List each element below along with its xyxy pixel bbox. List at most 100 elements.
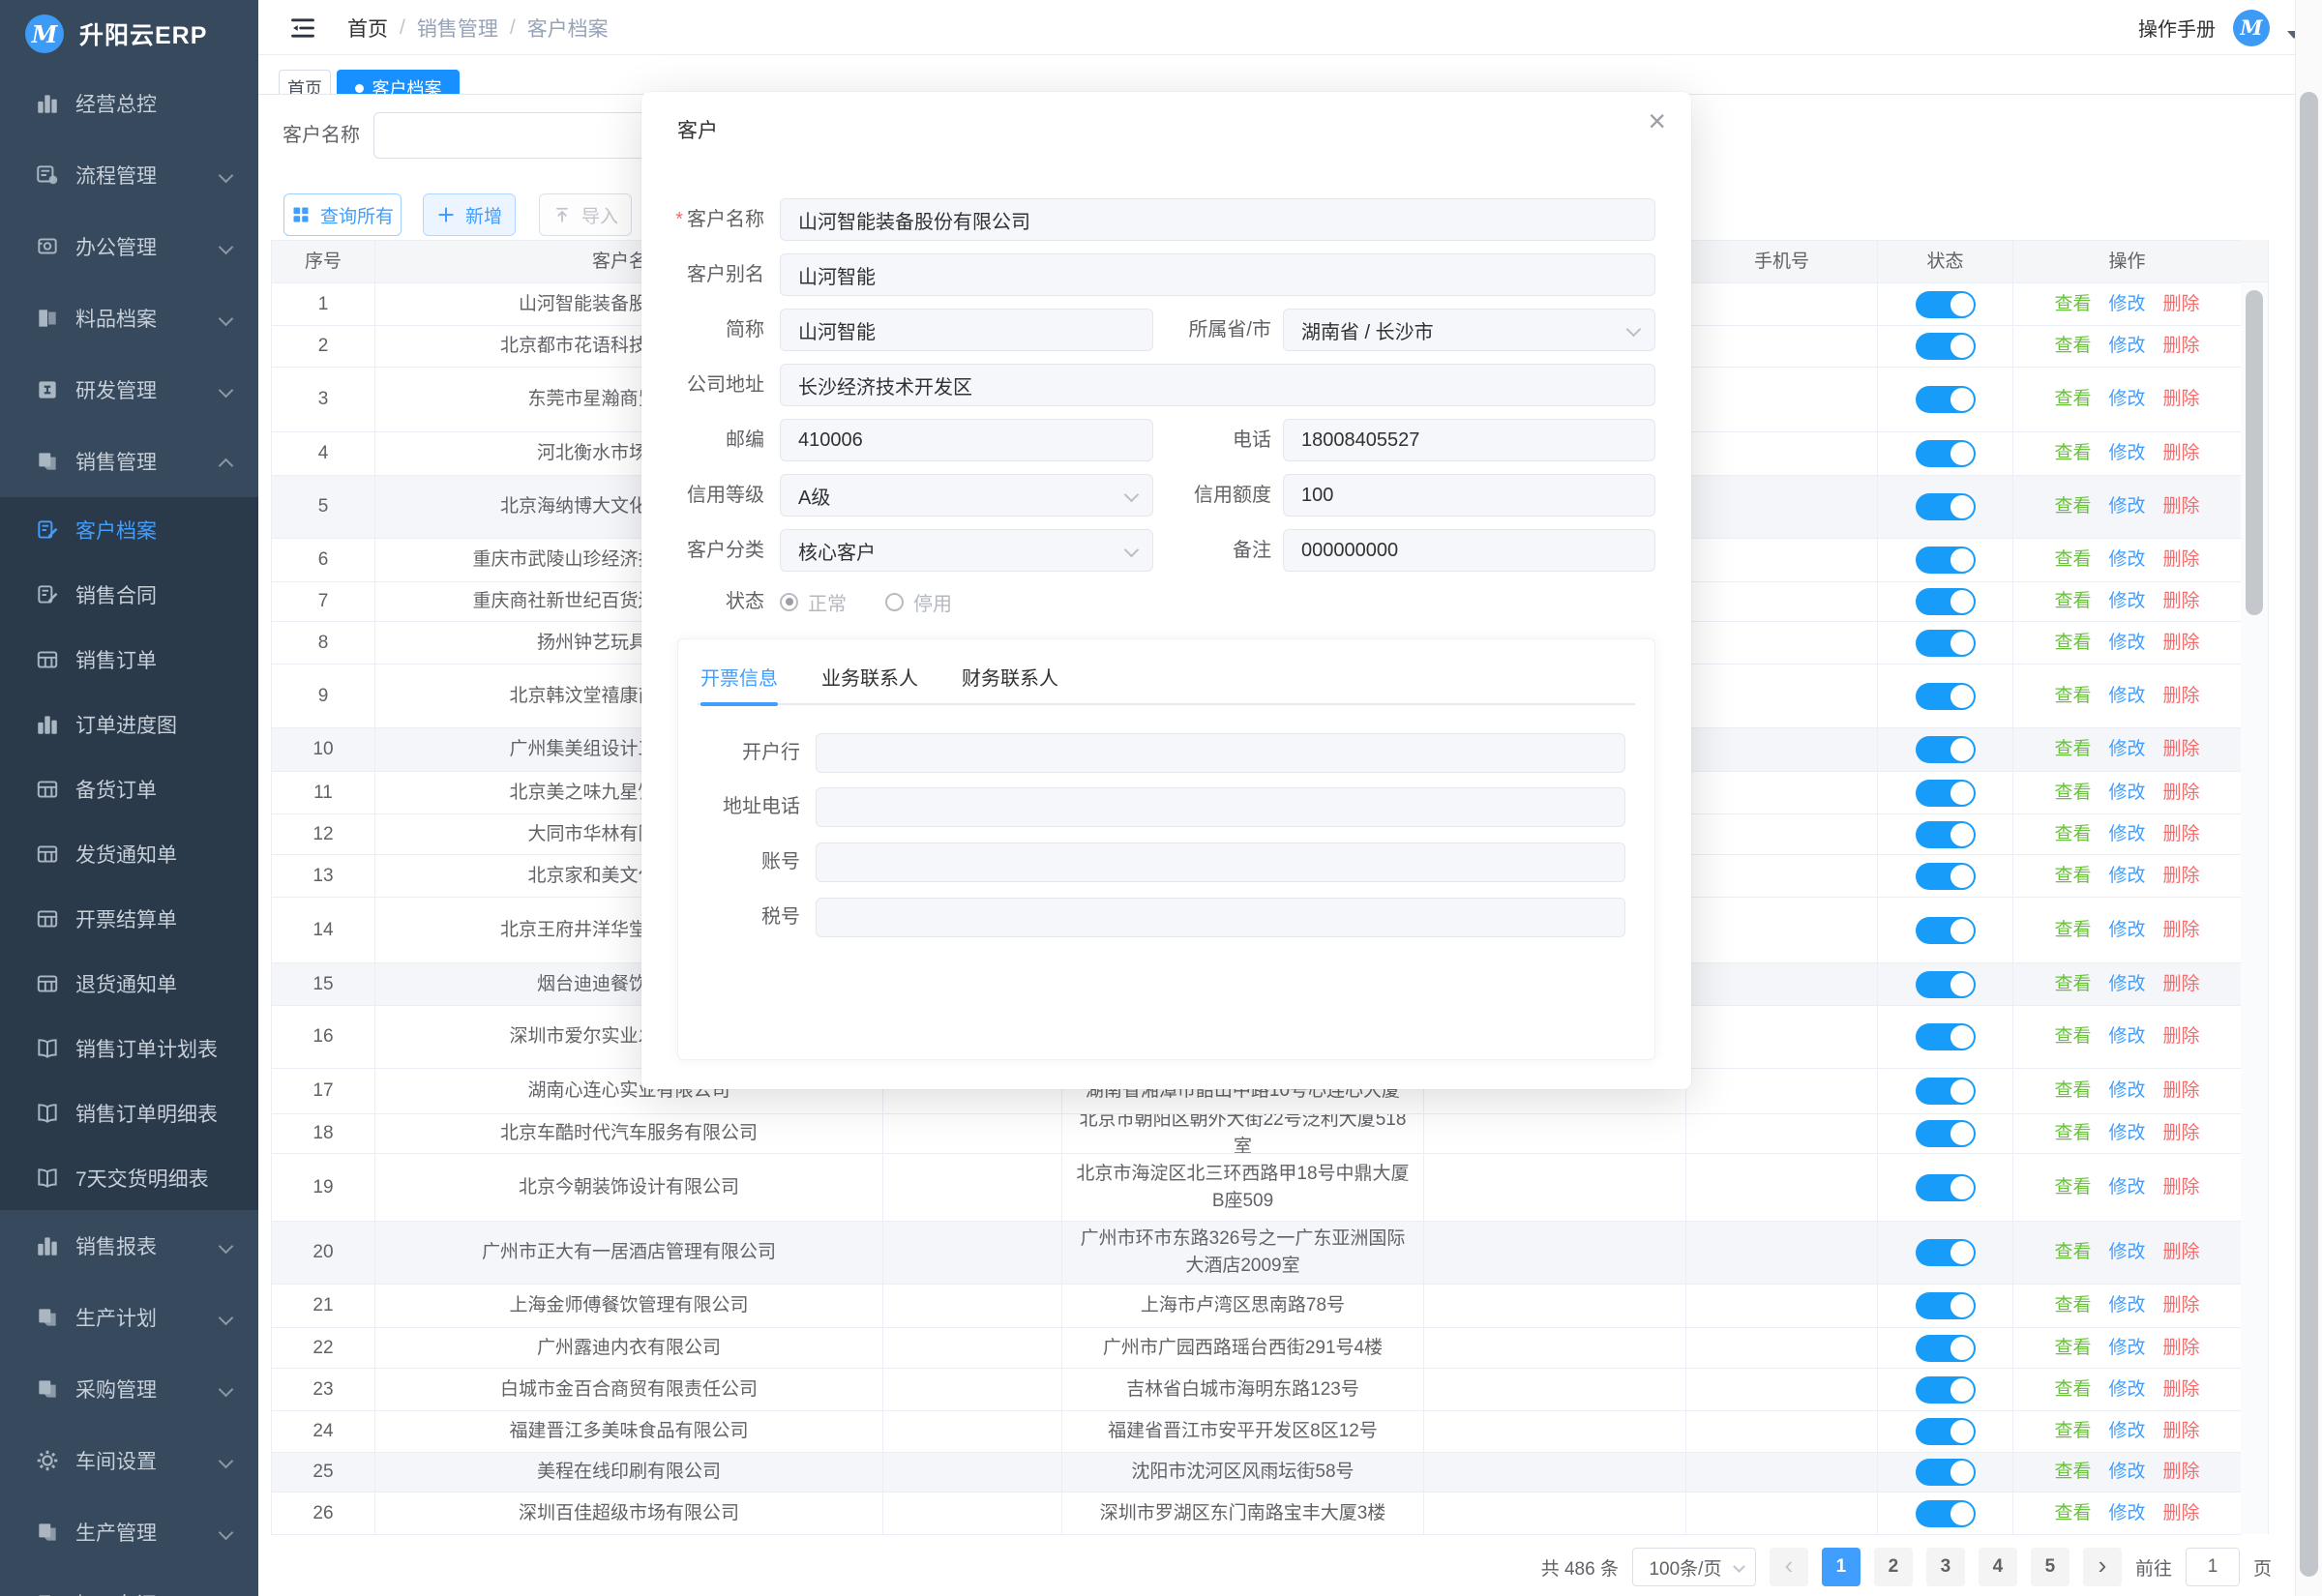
sidebar-item-22[interactable]: 生产管理	[0, 1496, 258, 1568]
invoice-field-input-账号[interactable]	[816, 842, 1625, 882]
edit-link[interactable]: 修改	[2108, 1335, 2145, 1362]
view-link[interactable]: 查看	[2054, 1023, 2091, 1050]
collapse-sidebar-icon[interactable]	[289, 15, 316, 42]
delete-link[interactable]: 删除	[2163, 1459, 2200, 1486]
page-button-5[interactable]: 5	[2030, 1548, 2069, 1586]
status-radio-正常[interactable]: 正常	[780, 588, 847, 616]
view-link[interactable]: 查看	[2054, 1459, 2091, 1486]
invoice-field-input-税号[interactable]	[816, 898, 1625, 937]
sidebar-item-14[interactable]: 退货通知单	[0, 951, 258, 1016]
field-input-电话[interactable]: 18008405527	[1283, 419, 1655, 461]
status-toggle[interactable]	[1915, 1173, 1976, 1201]
field-input-客户名称[interactable]: 山河智能装备股份有限公司	[780, 198, 1655, 241]
field-input-信用额度[interactable]: 100	[1283, 474, 1655, 517]
status-toggle[interactable]	[1915, 493, 1976, 520]
delete-link[interactable]: 删除	[2163, 1120, 2200, 1147]
sidebar-item-6[interactable]: 销售管理	[0, 426, 258, 497]
goto-page-input[interactable]	[2185, 1548, 2240, 1586]
status-toggle[interactable]	[1915, 682, 1976, 710]
page-button-1[interactable]: 1	[1821, 1548, 1861, 1586]
sidebar-item-5[interactable]: 研发管理	[0, 354, 258, 426]
edit-link[interactable]: 修改	[2108, 863, 2145, 890]
delete-link[interactable]: 删除	[2163, 863, 2200, 890]
edit-link[interactable]: 修改	[2108, 736, 2145, 763]
prev-page-button[interactable]: ‹	[1769, 1548, 1808, 1586]
delete-link[interactable]: 删除	[2163, 291, 2200, 318]
status-toggle[interactable]	[1915, 862, 1976, 890]
status-toggle[interactable]	[1915, 1499, 1976, 1527]
status-toggle[interactable]	[1915, 1078, 1976, 1105]
delete-link[interactable]: 删除	[2163, 440, 2200, 467]
view-link[interactable]: 查看	[2054, 1335, 2091, 1362]
invoice-field-input-地址电话[interactable]	[816, 787, 1625, 827]
edit-link[interactable]: 修改	[2108, 386, 2145, 413]
delete-link[interactable]: 删除	[2163, 1174, 2200, 1201]
edit-link[interactable]: 修改	[2108, 630, 2145, 657]
delete-link[interactable]: 删除	[2163, 386, 2200, 413]
field-select-所属省/市[interactable]: 湖南省 / 长沙市	[1283, 309, 1655, 351]
edit-link[interactable]: 修改	[2108, 1376, 2145, 1404]
view-link[interactable]: 查看	[2054, 863, 2091, 890]
sidebar-item-7[interactable]: 客户档案	[0, 497, 258, 562]
edit-link[interactable]: 修改	[2108, 683, 2145, 710]
dialog-tab-3[interactable]: 财务联系人	[962, 663, 1058, 691]
add-button[interactable]: 新增	[423, 193, 516, 236]
edit-link[interactable]: 修改	[2108, 547, 2145, 574]
status-toggle[interactable]	[1915, 970, 1976, 998]
edit-link[interactable]: 修改	[2108, 588, 2145, 615]
view-link[interactable]: 查看	[2054, 821, 2091, 848]
sidebar-item-1[interactable]: 经营总控	[0, 68, 258, 139]
status-toggle[interactable]	[1915, 1459, 1976, 1486]
view-link[interactable]: 查看	[2054, 291, 2091, 318]
delete-link[interactable]: 删除	[2163, 630, 2200, 657]
view-link[interactable]: 查看	[2054, 386, 2091, 413]
edit-link[interactable]: 修改	[2108, 1078, 2145, 1105]
field-input-备注[interactable]: 000000000	[1283, 529, 1655, 572]
sidebar-item-10[interactable]: 订单进度图	[0, 692, 258, 756]
status-toggle[interactable]	[1915, 588, 1976, 615]
view-link[interactable]: 查看	[2054, 1120, 2091, 1147]
breadcrumb-home[interactable]: 首页	[347, 14, 388, 43]
view-link[interactable]: 查看	[2054, 493, 2091, 520]
field-input-客户别名[interactable]: 山河智能	[780, 253, 1655, 296]
view-link[interactable]: 查看	[2054, 547, 2091, 574]
page-button-2[interactable]: 2	[1873, 1548, 1913, 1586]
edit-link[interactable]: 修改	[2108, 1239, 2145, 1266]
status-toggle[interactable]	[1915, 1418, 1976, 1445]
delete-link[interactable]: 删除	[2163, 1078, 2200, 1105]
edit-link[interactable]: 修改	[2108, 1174, 2145, 1201]
sidebar-item-9[interactable]: 销售订单	[0, 627, 258, 692]
edit-link[interactable]: 修改	[2108, 493, 2145, 520]
view-link[interactable]: 查看	[2054, 333, 2091, 360]
table-scrollbar-thumb[interactable]	[2246, 290, 2263, 615]
edit-link[interactable]: 修改	[2108, 917, 2145, 944]
delete-link[interactable]: 删除	[2163, 683, 2200, 710]
delete-link[interactable]: 删除	[2163, 971, 2200, 998]
field-select-客户分类[interactable]: 核心客户	[780, 529, 1153, 572]
edit-link[interactable]: 修改	[2108, 821, 2145, 848]
dialog-tab-2[interactable]: 业务联系人	[821, 663, 918, 691]
delete-link[interactable]: 删除	[2163, 1292, 2200, 1319]
status-toggle[interactable]	[1915, 1375, 1976, 1404]
status-toggle[interactable]	[1915, 629, 1976, 657]
view-link[interactable]: 查看	[2054, 1376, 2091, 1404]
edit-link[interactable]: 修改	[2108, 291, 2145, 318]
field-input-公司地址[interactable]: 长沙经济技术开发区	[780, 364, 1655, 406]
delete-link[interactable]: 删除	[2163, 1023, 2200, 1050]
status-toggle[interactable]	[1915, 779, 1976, 807]
delete-link[interactable]: 删除	[2163, 1418, 2200, 1445]
view-link[interactable]: 查看	[2054, 630, 2091, 657]
view-link[interactable]: 查看	[2054, 917, 2091, 944]
delete-link[interactable]: 删除	[2163, 588, 2200, 615]
status-toggle[interactable]	[1915, 1334, 1976, 1362]
edit-link[interactable]: 修改	[2108, 971, 2145, 998]
edit-link[interactable]: 修改	[2108, 1292, 2145, 1319]
delete-link[interactable]: 删除	[2163, 917, 2200, 944]
close-icon[interactable]: ×	[1648, 105, 1666, 136]
sidebar-item-13[interactable]: 开票结算单	[0, 886, 258, 951]
delete-link[interactable]: 删除	[2163, 1500, 2200, 1527]
page-size-select[interactable]: 100条/页	[1631, 1548, 1756, 1586]
field-input-简称[interactable]: 山河智能	[780, 309, 1153, 351]
sidebar-item-23[interactable]: 加工车间	[0, 1568, 258, 1596]
user-avatar[interactable]: M	[2233, 9, 2270, 46]
